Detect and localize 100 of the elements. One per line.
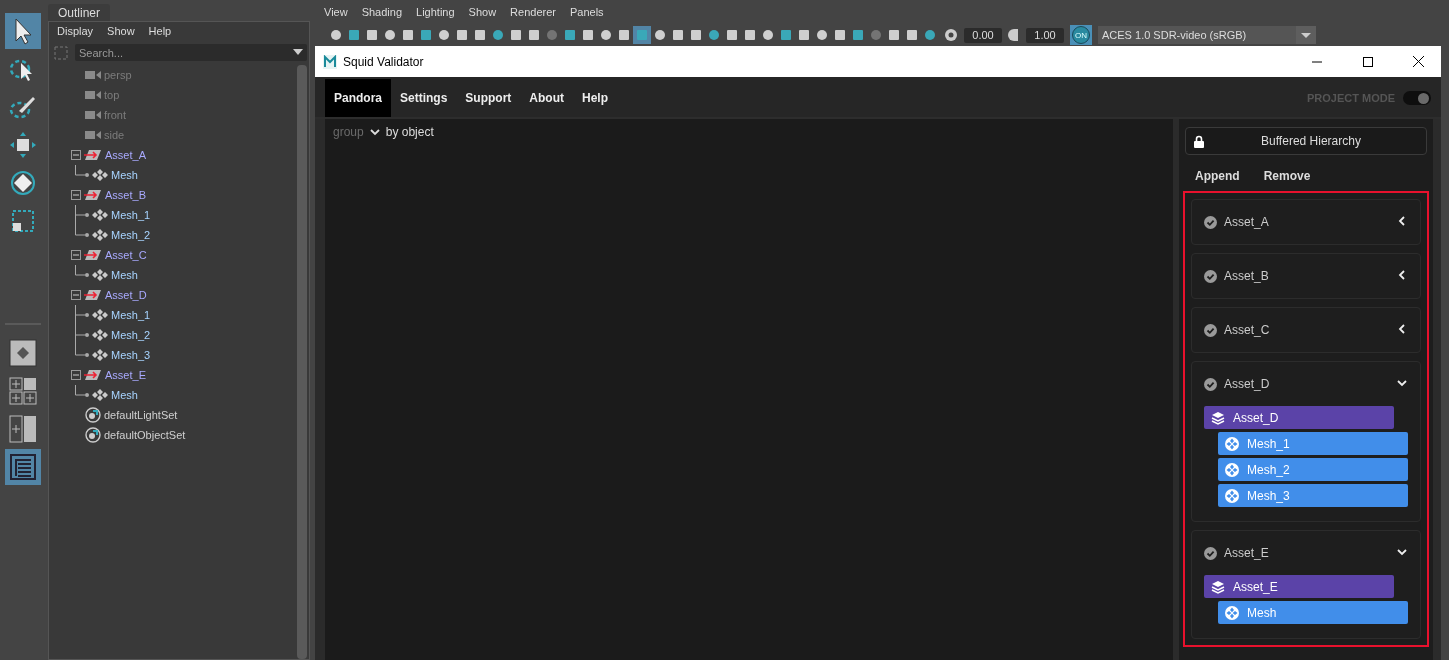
viewport-toolbar-icons-drawing[interactable] (328, 26, 938, 44)
check-circle-icon (1204, 215, 1217, 229)
layers-icon (1211, 579, 1225, 594)
asset-name[interactable]: Asset_D (105, 289, 147, 301)
mesh-name[interactable]: Mesh_3 (111, 349, 151, 361)
menu-item[interactable]: Lighting (416, 6, 455, 18)
colorspace-dropdown[interactable]: ACES 1.0 SDR-video (sRGB) (1098, 26, 1316, 44)
menu-item[interactable]: Shading (361, 6, 403, 18)
aperture-icon (944, 28, 958, 42)
transform-node-icon (84, 189, 102, 201)
collapse-icon[interactable] (71, 150, 81, 160)
tree-line (75, 165, 89, 177)
asset-name[interactable]: Asset_B (1224, 269, 1389, 283)
chevron-left-icon[interactable] (1396, 214, 1408, 227)
close-icon (1413, 56, 1424, 67)
set-icon (85, 427, 101, 443)
scale-tool-icon[interactable] (9, 207, 37, 235)
mesh-icon (92, 229, 108, 241)
menu-item[interactable]: View (324, 6, 348, 18)
mesh-icon (92, 269, 108, 281)
menu-item[interactable]: Display (57, 25, 94, 37)
mesh-icon (92, 209, 108, 221)
menu-item[interactable]: Show (468, 6, 497, 18)
chevron-left-icon[interactable] (1396, 268, 1408, 281)
window-title: Squid Validator (343, 54, 425, 69)
four-view-icon[interactable] (9, 377, 37, 405)
asset-name[interactable]: Asset_E (1224, 546, 1389, 560)
app-logo-icon (323, 54, 337, 69)
action-button[interactable]: Remove (1263, 169, 1311, 183)
transform-node-icon (84, 249, 102, 261)
dropdown-caret-icon (1296, 26, 1316, 44)
mesh-name[interactable]: Mesh (111, 389, 138, 401)
half-circle-icon (1008, 28, 1020, 42)
tree-line (75, 265, 89, 277)
buffered-hierarchy-button[interactable]: Buffered Hierarchy (1185, 127, 1427, 155)
mesh-icon (92, 309, 108, 321)
mesh-name[interactable]: Mesh (111, 269, 138, 281)
collapse-icon[interactable] (71, 190, 81, 200)
two-view-icon[interactable] (9, 415, 37, 443)
tab[interactable]: Pandora (325, 79, 391, 117)
transform-node-icon (84, 149, 102, 161)
mesh-icon (1225, 605, 1239, 620)
collapse-icon[interactable] (71, 290, 81, 300)
maximize-icon (1362, 56, 1373, 67)
search-field[interactable]: Search... (75, 44, 307, 61)
menu-item[interactable]: Help (148, 25, 172, 37)
check-circle-icon (1204, 377, 1217, 391)
mesh-icon (1225, 488, 1239, 503)
asset-name[interactable]: Asset_E (105, 369, 146, 381)
gamma-field[interactable]: 1.00 (1026, 27, 1064, 43)
move-tool-icon[interactable] (9, 131, 37, 159)
action-button[interactable]: Append (1195, 169, 1240, 183)
transform-node-icon (84, 369, 102, 381)
group-item[interactable]: Asset_D (1204, 406, 1394, 429)
scrollbar[interactable] (297, 65, 307, 659)
asset-name[interactable]: Asset_A (1224, 215, 1389, 229)
project-mode-switch[interactable] (1403, 91, 1431, 105)
tab[interactable]: Settings (391, 79, 457, 117)
camera-icon (85, 110, 101, 120)
mesh-name[interactable]: Mesh_1 (111, 309, 151, 321)
transform-node-icon (84, 289, 102, 301)
collapse-icon[interactable] (71, 250, 81, 260)
mesh-name[interactable]: Mesh (111, 169, 138, 181)
mesh-name[interactable]: Mesh_2 (111, 329, 151, 341)
asset-name[interactable]: Asset_C (105, 249, 147, 261)
asset-name[interactable]: Asset_C (1224, 323, 1389, 337)
rotate-tool-icon[interactable] (9, 169, 37, 197)
set-name[interactable]: defaultLightSet (104, 409, 178, 421)
menu-item[interactable]: Panels (569, 6, 604, 18)
tab[interactable]: Support (456, 79, 521, 117)
set-name[interactable]: defaultObjectSet (104, 429, 186, 441)
outliner-tab[interactable]: Outliner (48, 4, 111, 21)
tab[interactable]: Help (573, 79, 618, 117)
mesh-icon (1225, 436, 1239, 451)
tree-line (75, 385, 89, 397)
group-label: group (333, 125, 364, 139)
collapse-icon[interactable] (71, 370, 81, 380)
exposure-field[interactable]: 0.00 (964, 27, 1002, 43)
group-item[interactable]: Asset_E (1204, 575, 1394, 598)
mesh-icon (92, 349, 108, 361)
set-icon (85, 407, 101, 423)
asset-name[interactable]: Asset_D (1224, 377, 1389, 391)
menu-item[interactable]: Renderer (510, 6, 556, 18)
dropdown-caret-icon[interactable] (293, 49, 303, 55)
mesh-icon (1225, 462, 1239, 477)
asset-name[interactable]: Asset_A (105, 149, 146, 161)
group-by-value[interactable]: by object (385, 125, 434, 139)
layers-icon (1211, 410, 1225, 425)
single-view-icon[interactable] (9, 339, 37, 367)
camera-icon (85, 90, 101, 100)
mesh-name[interactable]: Mesh_1 (111, 209, 151, 221)
mesh-name[interactable]: Mesh_2 (111, 229, 151, 241)
mesh-icon (92, 389, 108, 401)
asset-name[interactable]: Asset_B (105, 189, 146, 201)
menu-item[interactable]: Show (107, 25, 135, 37)
check-circle-icon (1204, 269, 1217, 283)
outliner-view-icon[interactable] (9, 453, 37, 481)
chevron-left-icon[interactable] (1396, 322, 1408, 335)
tab[interactable]: About (520, 79, 573, 117)
view-transform-toggle[interactable]: ON (1070, 25, 1092, 45)
